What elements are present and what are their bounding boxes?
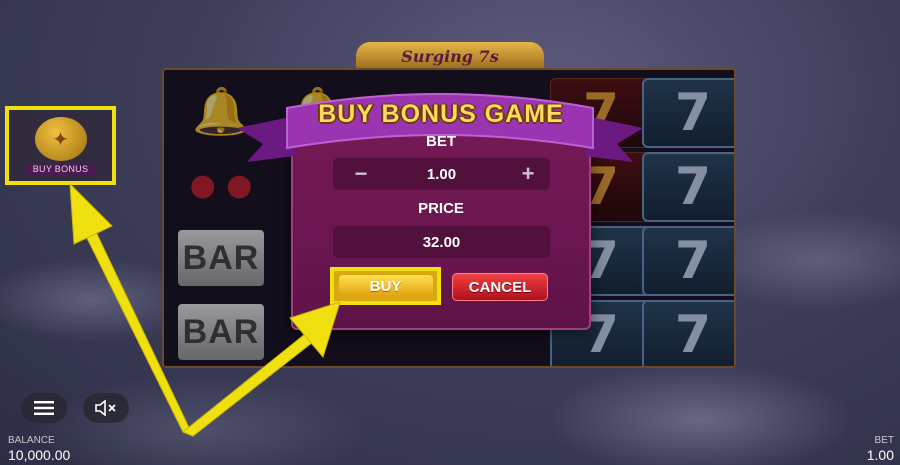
- balance-label: BALANCE: [8, 435, 55, 446]
- price-label: PRICE: [418, 200, 464, 217]
- buy-button-label: BUY: [338, 275, 433, 297]
- menu-button[interactable]: [21, 393, 67, 423]
- hud-bet-value: 1.00: [866, 447, 894, 463]
- bet-value: 1.00: [426, 165, 457, 183]
- sound-muted-icon: [95, 400, 116, 416]
- balance-value: 10,000.00: [8, 447, 71, 463]
- cancel-button[interactable]: CANCEL: [452, 273, 548, 301]
- increase-bet-button[interactable]: +: [508, 158, 548, 190]
- bet-stepper: − 1.00 +: [333, 158, 550, 190]
- buy-bonus-label: BUY BONUS: [24, 162, 97, 175]
- sound-toggle-button[interactable]: [83, 393, 129, 423]
- coin-icon: ✦: [34, 116, 87, 161]
- buy-bonus-button[interactable]: ✦ BUY BONUS: [5, 106, 116, 185]
- decrease-bet-button[interactable]: −: [341, 158, 381, 190]
- hud-bet-label: BET: [874, 435, 894, 446]
- game-logo: Surging 7s: [356, 42, 544, 70]
- bet-label: BET: [426, 133, 456, 150]
- dialog-title: BUY BONUS GAME: [318, 99, 564, 128]
- price-box: 32.00: [333, 226, 550, 258]
- price-value: 32.00: [422, 233, 461, 251]
- menu-icon: [34, 401, 54, 415]
- buy-button[interactable]: BUY: [330, 267, 441, 305]
